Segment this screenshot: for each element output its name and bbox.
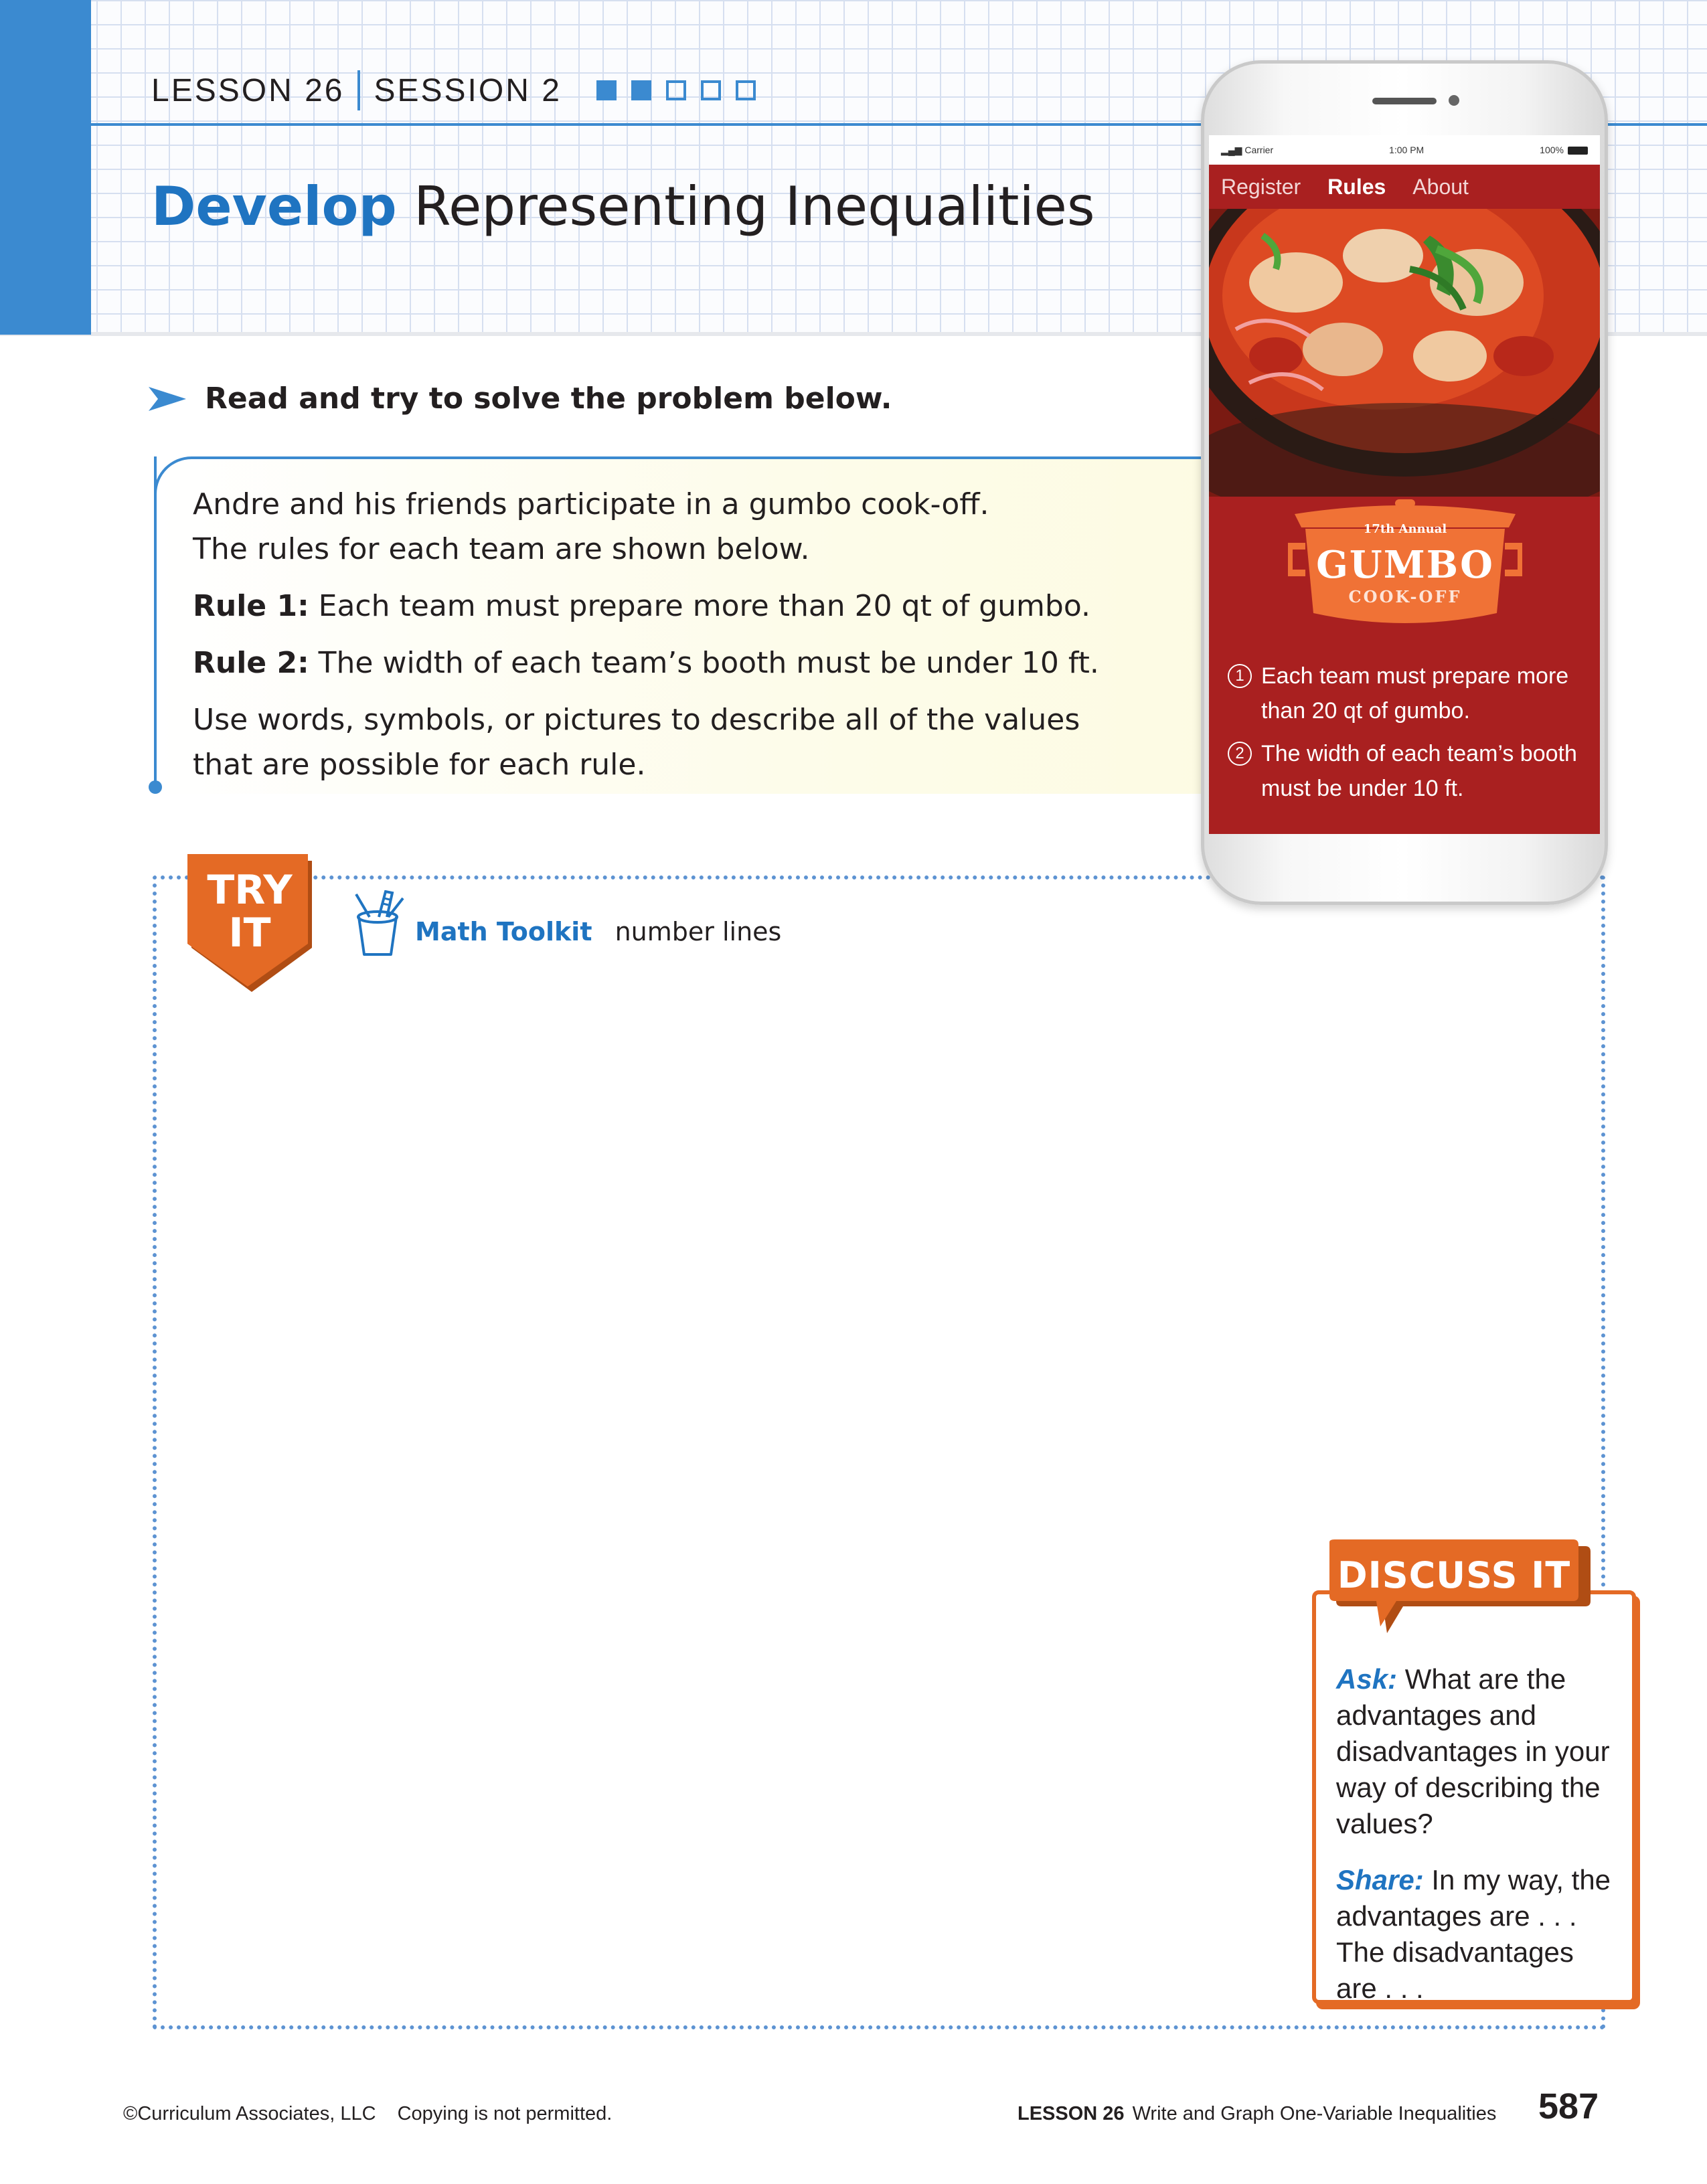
lesson-separator (357, 70, 361, 110)
copying-notice: Copying is not permitted. (397, 2103, 613, 2124)
phone-rule-1: 1 Each team must prepare more than 20 qt… (1228, 659, 1589, 728)
rule-2-text: The width of each team’s booth must be u… (318, 646, 1099, 680)
title-topic: Representing Inequalities (414, 175, 1095, 238)
lesson-session-label: LESSON 26 SESSION 2 (151, 67, 756, 114)
logo-annual-text: 17th Annual (1363, 522, 1447, 536)
discuss-ask: Ask: What are the advantages and disadva… (1336, 1661, 1617, 1842)
rule-1-text: Each team must prepare more than 20 qt o… (318, 589, 1090, 623)
progress-square-empty (735, 80, 756, 100)
title-develop: Develop (151, 175, 397, 238)
logo-cookoff-text: COOK-OFF (1348, 587, 1462, 606)
phone-rule-2: 2 The width of each team’s booth must be… (1228, 736, 1589, 806)
math-toolkit-icon (355, 890, 404, 956)
phone-status-bar: ▂▄▆ Carrier 1:00 PM 100% (1209, 135, 1600, 165)
session-label: SESSION 2 (374, 72, 562, 108)
battery-text: 100% (1540, 145, 1564, 155)
problem-intro-line2: The rules for each team are shown below. (193, 532, 810, 566)
problem-prompt: Use words, symbols, or pictures to descr… (193, 703, 1080, 782)
rule-1-label: Rule 1: (193, 589, 309, 623)
try-it-line2: IT (228, 910, 271, 956)
arrow-icon (149, 386, 186, 411)
phone-rule-2-text: The width of each team’s booth must be u… (1261, 741, 1577, 801)
discuss-share: Share: In my way, the advantages are . .… (1336, 1862, 1617, 2007)
blue-side-tab (0, 0, 91, 335)
instruction: Read and try to solve the problem below. (149, 382, 892, 416)
phone-app-nav: Register Rules About (1209, 165, 1600, 209)
try-it-line1: TRY (207, 867, 293, 914)
page-title: Develop Representing Inequalities (151, 175, 1095, 238)
rule-2-label: Rule 2: (193, 646, 309, 680)
math-toolkit: Math Toolkit number lines (415, 917, 781, 946)
math-toolkit-items: number lines (615, 917, 782, 946)
battery-status: 100% (1540, 145, 1588, 155)
phone-rule-1-text: Each team must prepare more than 20 qt o… (1261, 663, 1569, 724)
problem-border-top (193, 456, 1210, 459)
page-number: 587 (1538, 2086, 1599, 2126)
phone-rule-1-number: 1 (1228, 664, 1252, 688)
signal-icon: ▂▄▆ Carrier (1221, 144, 1274, 155)
ask-label: Ask: (1336, 1663, 1398, 1695)
instruction-text: Read and try to solve the problem below. (205, 382, 892, 416)
problem-statement: Andre and his friends participate in a g… (193, 482, 1224, 799)
problem-intro: Andre and his friends participate in a g… (193, 482, 1224, 572)
footer-lesson-title: Write and Graph One-Variable Inequalitie… (1132, 2103, 1497, 2124)
math-toolkit-label: Math Toolkit (415, 917, 592, 946)
footer-copyright: ©Curriculum Associates, LLC Copying is no… (123, 2103, 612, 2125)
problem-border-left (154, 456, 157, 784)
problem-intro-line1: Andre and his friends participate in a g… (193, 487, 989, 521)
carrier-text: Carrier (1244, 144, 1274, 155)
nav-rules[interactable]: Rules (1327, 175, 1386, 199)
session-progress (596, 80, 756, 100)
phone-rule-2-number: 2 (1228, 742, 1252, 766)
share-label: Share: (1336, 1864, 1424, 1896)
rule-2: Rule 2: The width of each team’s booth m… (193, 641, 1224, 685)
progress-square-filled (631, 80, 651, 100)
phone-speaker (1372, 98, 1437, 104)
problem-border-dot (149, 780, 162, 794)
progress-square-empty (700, 80, 721, 100)
footer-lesson-label: LESSON 26 (1018, 2103, 1125, 2124)
progress-square-empty (665, 80, 686, 100)
try-it-label: TRY IT (187, 869, 312, 954)
logo-gumbo-text: GUMBO (1316, 543, 1494, 587)
discuss-it-title: DISCUSS IT (1337, 1554, 1571, 1596)
status-time: 1:00 PM (1389, 145, 1425, 155)
footer-lesson: LESSON 26 Write and Graph One-Variable In… (1018, 2103, 1496, 2125)
discuss-it-content: Ask: What are the advantages and disadva… (1336, 1661, 1617, 2027)
battery-icon (1567, 147, 1588, 155)
phone-camera (1449, 95, 1459, 106)
rule-1: Rule 1: Each team must prepare more than… (193, 584, 1224, 628)
nav-about[interactable]: About (1412, 175, 1469, 199)
nav-register[interactable]: Register (1221, 175, 1301, 199)
gumbo-photo (1209, 209, 1600, 497)
copyright-text: ©Curriculum Associates, LLC (123, 2103, 376, 2124)
progress-square-filled (596, 80, 617, 100)
gumbo-cook-off-logo: 17th Annual GUMBO COOK-OFF (1301, 521, 1509, 606)
lesson-label: LESSON 26 (151, 72, 345, 108)
